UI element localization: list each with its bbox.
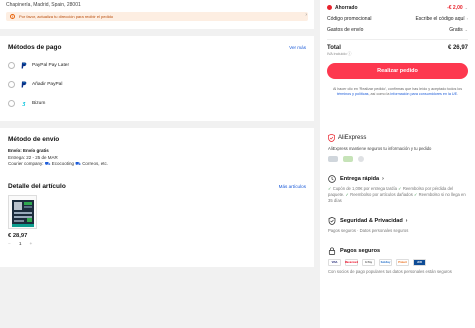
saved-value: -€ 2,00 <box>447 4 463 11</box>
payment-option-add-paypal[interactable]: Añadir PayPal <box>8 80 306 89</box>
bizum-icon: ʒ <box>22 100 26 107</box>
chevron-right-icon[interactable]: › <box>382 176 384 182</box>
certification-badges <box>328 156 467 162</box>
visa-logo: VISA <box>328 259 341 266</box>
shipping-method-card: Método de envío Envío: Envío gratis Entr… <box>0 128 314 177</box>
payment-label: Bizum <box>32 101 46 106</box>
minus-button[interactable]: − <box>8 242 11 247</box>
saved-label: Ahorrado <box>335 4 358 11</box>
info-icon: ⓘ <box>347 51 352 56</box>
secure-payments-text: Con socios de pago populares tus datos p… <box>328 269 452 274</box>
radio-button[interactable] <box>8 62 15 69</box>
mastercard-logo: Mastercard <box>344 259 359 266</box>
chevron-right-icon[interactable]: › <box>467 16 468 21</box>
total-row: Total € 26,97 <box>327 45 468 51</box>
secure-payments-section: Pagos seguros VISA Mastercard G Pay Safe… <box>328 247 467 275</box>
chevron-right-icon[interactable]: › <box>305 12 307 18</box>
item-title: Detalle del artículo <box>8 183 66 190</box>
chevron-down-icon[interactable]: ⌄ <box>465 27 468 32</box>
total-value: € 26,97 <box>447 44 468 51</box>
radio-button[interactable] <box>8 81 15 88</box>
paypal-icon <box>21 81 27 88</box>
safekey-logo: SafeKey <box>379 259 392 266</box>
address-warning: ! Por favor, actualiza tu dirección para… <box>6 12 308 21</box>
promo-input[interactable]: Escribe el código aquí <box>415 16 464 22</box>
security-shield-icon <box>328 217 336 225</box>
security-text: Pagos seguros · Datos personales seguros <box>328 228 409 233</box>
shipping-type: Envío: Envío gratis <box>8 148 49 153</box>
warning-icon: ! <box>10 14 15 19</box>
paypal-icon <box>21 62 27 69</box>
badge-icon <box>343 156 353 162</box>
address-warning-text: Por favor, actualiza tu dirección para r… <box>19 14 114 19</box>
saved-row[interactable]: Ahorrado -€ 2,00 ⌄ <box>327 2 468 13</box>
terms-link[interactable]: términos y políticas <box>337 92 369 96</box>
security-privacy-section[interactable]: Seguridad & Privacidad › Pagos seguros ·… <box>328 217 467 234</box>
item-price: € 28,97 <box>8 233 28 239</box>
protect-logo: Protect <box>396 259 409 266</box>
trust-card: AliExpress AliExpress mantiene seguros t… <box>320 128 475 328</box>
quantity-value: 1 <box>18 242 22 247</box>
gpay-logo: G Pay <box>362 259 375 266</box>
secure-payments-title: Pagos seguros <box>340 248 381 254</box>
quantity-stepper[interactable]: − 1 + <box>8 242 306 247</box>
shipping-courier: Courier company: ⛟ Ecocooting ⛟ Correos,… <box>8 161 108 166</box>
fast-delivery-title: Entrega rápida <box>340 176 380 182</box>
payment-option-paypal-later[interactable]: PayPal Pay Later <box>8 61 306 70</box>
address-line: Chapinería, Madrid, Spain, 28001 <box>6 2 81 8</box>
brand-subtitle: AliExpress mantiene seguros tu informaci… <box>328 146 432 151</box>
address-card[interactable]: Chapinería, Madrid, Spain, 28001 ! Por f… <box>0 0 314 29</box>
truck-icon <box>328 175 336 183</box>
badge-icon <box>328 156 338 162</box>
badge-icon <box>358 156 364 162</box>
fast-delivery-section[interactable]: Entrega rápida › ✓ Cupón de 1,00€ por en… <box>328 175 467 204</box>
payment-title: Métodos de pago <box>8 44 62 51</box>
divider <box>327 39 468 40</box>
payment-label: Añadir PayPal <box>32 82 63 87</box>
discount-icon <box>327 5 332 10</box>
shipping-cost-row: Gastos de envío Gratis ⌄ <box>327 24 468 35</box>
truck-icon: ⛟ <box>44 161 51 166</box>
shipping-cost-label: Gastos de envío <box>327 26 364 33</box>
plus-button[interactable]: + <box>29 242 32 247</box>
brand-row: AliExpress <box>328 134 467 142</box>
truck-icon: ⛟ <box>75 161 81 166</box>
shipping-cost-value: Gratis <box>449 26 463 33</box>
chevron-right-icon[interactable]: › <box>406 218 408 224</box>
payment-label: PayPal Pay Later <box>32 63 70 68</box>
fast-delivery-text: ✓ Cupón de 1,00€ por entrega tardía ✓ Re… <box>328 186 466 203</box>
legal-text: Al hacer clic en 'Realizar pedido', conf… <box>332 86 463 96</box>
product-image[interactable] <box>8 195 37 229</box>
lock-icon <box>328 247 336 255</box>
security-title: Seguridad & Privacidad <box>340 218 403 224</box>
brand-name: AliExpress <box>338 135 367 141</box>
promo-row[interactable]: Código promocional Escribe el código aqu… <box>327 13 468 24</box>
total-label: Total <box>327 44 341 51</box>
payment-option-bizum[interactable]: ʒ Bizum <box>8 99 306 108</box>
vat-note: IVA incluido ⓘ <box>327 51 352 56</box>
chevron-down-icon[interactable]: ⌄ <box>465 5 468 10</box>
shipping-delivery: Entrega: 22 - 25 de MAR <box>8 154 58 160</box>
jcb-logo: JCB <box>413 259 426 266</box>
place-order-button[interactable]: Realizar pedido <box>327 62 468 79</box>
shield-icon <box>328 134 335 142</box>
see-more-link[interactable]: Ver más <box>289 45 306 50</box>
radio-button[interactable] <box>8 100 15 107</box>
shipping-title: Método de envío <box>8 136 60 143</box>
payment-methods-card: Métodos de pago Ver más PayPal Pay Later… <box>0 36 314 121</box>
eu-consumer-link[interactable]: información para consumidores en la UE <box>390 92 457 96</box>
payment-logos: VISA Mastercard G Pay SafeKey Protect JC… <box>328 259 467 266</box>
order-summary-card: Ahorrado -€ 2,00 ⌄ Código promocional Esc… <box>320 0 475 144</box>
more-items-link[interactable]: Más artículos <box>279 184 306 189</box>
promo-label: Código promocional <box>327 15 372 22</box>
item-details-card: Detalle del artículo Más artículos € 28,… <box>0 177 314 267</box>
